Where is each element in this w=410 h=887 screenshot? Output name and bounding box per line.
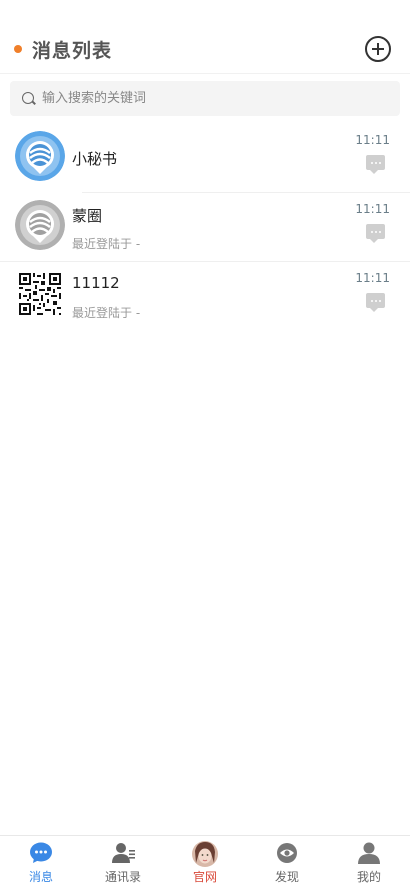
official-avatar-icon xyxy=(192,841,218,867)
message-icon xyxy=(366,224,385,243)
chat-subtitle: 最近登陆于 - xyxy=(72,237,141,251)
chat-item-11112[interactable]: 11112 最近登陆于 - 11:11 xyxy=(0,262,410,331)
avatar xyxy=(15,131,65,181)
chat-item-xiaomishu[interactable]: 小秘书 11:11 xyxy=(0,124,410,193)
chat-name: 小秘书 xyxy=(72,150,118,168)
header-dot xyxy=(14,45,22,53)
chat-name: 11112 xyxy=(72,274,120,292)
chat-name: 蒙圈 xyxy=(72,207,103,225)
tab-label: 通讯录 xyxy=(104,870,141,884)
tab-label: 消息 xyxy=(28,870,53,884)
tab-mine[interactable]: 我的 xyxy=(328,836,410,887)
tab-official-site[interactable]: 官网 xyxy=(164,836,246,887)
page-title: 消息列表 xyxy=(32,40,113,62)
chat-time: 11:11 xyxy=(355,133,390,147)
tab-messages[interactable]: 消息 xyxy=(0,836,82,887)
header: 消息列表 xyxy=(0,0,410,74)
tab-contacts[interactable]: 通讯录 xyxy=(82,836,164,887)
chat-time: 11:11 xyxy=(355,202,390,216)
chat-time: 11:11 xyxy=(355,271,390,285)
tab-discover[interactable]: 发现 xyxy=(246,836,328,887)
add-button[interactable] xyxy=(365,36,391,62)
contacts-icon xyxy=(112,842,135,864)
avatar xyxy=(15,200,65,250)
search-input[interactable] xyxy=(42,88,382,109)
search-bar xyxy=(10,81,400,116)
chat-bubble-icon xyxy=(30,842,52,864)
eye-icon xyxy=(276,842,298,864)
chat-item-mengquan[interactable]: 蒙圈 最近登陆于 - 11:11 xyxy=(0,193,410,262)
tab-label: 我的 xyxy=(356,870,381,884)
user-icon xyxy=(358,842,380,864)
tab-label: 发现 xyxy=(274,870,299,884)
avatar xyxy=(15,269,65,319)
tab-label: 官网 xyxy=(192,870,217,884)
search-icon xyxy=(22,92,34,104)
tab-bar: 消息 通讯录 官网 发现 我的 xyxy=(0,835,410,887)
message-icon xyxy=(366,155,385,174)
chat-subtitle: 最近登陆于 - xyxy=(72,306,141,320)
message-icon xyxy=(366,293,385,312)
